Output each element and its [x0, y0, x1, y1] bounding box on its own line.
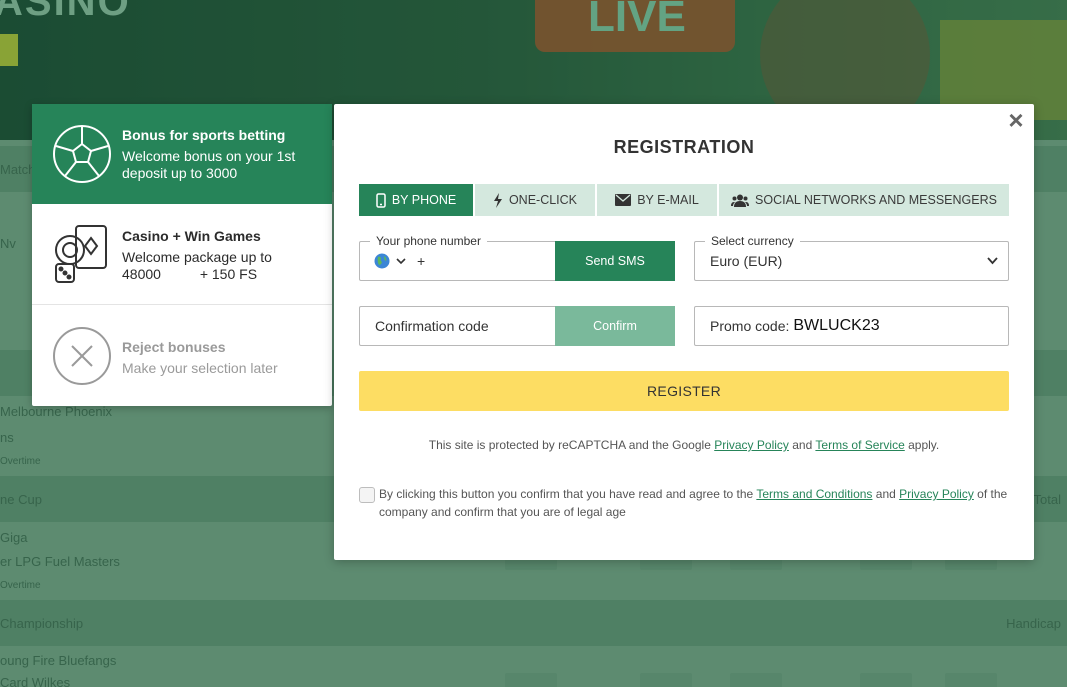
agreement-text-part: and	[875, 487, 896, 501]
promo-code-label: Promo code:	[710, 318, 790, 334]
country-selector[interactable]	[374, 242, 406, 280]
phone-input[interactable]	[432, 246, 542, 276]
agree-checkbox[interactable]	[359, 487, 375, 503]
tab-one-click[interactable]: ONE-CLICK	[475, 184, 597, 216]
confirmation-field: Confirmation code Confirm	[359, 306, 675, 346]
tab-by-phone[interactable]: BY PHONE	[359, 184, 475, 216]
agreement-text-part: By clicking this button you confirm that…	[379, 487, 754, 501]
bonus-title: Bonus for sports betting	[122, 127, 286, 143]
tab-label: SOCIAL NETWORKS AND MESSENGERS	[755, 193, 997, 207]
bonus-title: Reject bonuses	[122, 339, 226, 355]
chevron-down-icon	[987, 257, 998, 265]
confirm-button[interactable]: Confirm	[555, 306, 675, 346]
terms-of-service-link[interactable]: Terms of Service	[815, 438, 904, 452]
tab-label: BY E-MAIL	[637, 193, 699, 207]
recaptcha-notice: This site is protected by reCAPTCHA and …	[334, 438, 1034, 452]
currency-value: Euro (EUR)	[710, 253, 783, 269]
bonus-option-sports[interactable]: Bonus for sports betting Welcome bonus o…	[32, 104, 332, 204]
currency-select[interactable]: Select currency Euro (EUR)	[694, 234, 1009, 281]
close-icon[interactable]: ×	[1006, 107, 1026, 133]
registration-modal: × REGISTRATION BY PHONE ONE-CLICK BY E-M…	[334, 104, 1034, 560]
promo-code-value: BWLUCK23	[793, 317, 880, 334]
register-button[interactable]: REGISTER	[359, 371, 1009, 411]
promo-code-input[interactable]: Promo code: BWLUCK23	[710, 307, 880, 345]
privacy-policy-link[interactable]: Privacy Policy	[714, 438, 789, 452]
promo-code-field[interactable]: Promo code: BWLUCK23	[694, 306, 1009, 346]
registration-tabs: BY PHONE ONE-CLICK BY E-MAIL SOCIAL NETW…	[359, 184, 1009, 216]
bonus-description: Make your selection later	[122, 360, 278, 376]
envelope-icon	[615, 194, 632, 206]
chevron-down-icon	[396, 257, 406, 264]
reject-icon	[52, 326, 112, 391]
captcha-text: This site is protected by reCAPTCHA and …	[428, 438, 711, 452]
agreement-text: By clicking this button you confirm that…	[359, 485, 1009, 521]
bonus-option-casino[interactable]: Casino + Win Games Welcome package up to…	[32, 204, 332, 305]
tab-by-email[interactable]: BY E-MAIL	[597, 184, 719, 216]
bonus-title: Casino + Win Games	[122, 228, 261, 244]
tab-label: BY PHONE	[391, 193, 457, 207]
captcha-text: apply.	[908, 438, 940, 452]
tab-label: ONE-CLICK	[508, 193, 578, 207]
agreement: By clicking this button you confirm that…	[359, 485, 1009, 521]
captcha-text: and	[792, 438, 813, 452]
tab-social-networks[interactable]: SOCIAL NETWORKS AND MESSENGERS	[719, 184, 1009, 216]
bonus-selector: Bonus for sports betting Welcome bonus o…	[32, 104, 332, 406]
privacy-policy-link[interactable]: Privacy Policy	[899, 487, 974, 501]
phone-prefix: +	[417, 253, 426, 269]
bonus-description: Welcome bonus on your 1st deposit up to …	[122, 148, 296, 181]
bonus-option-reject[interactable]: Reject bonuses Make your selection later	[32, 306, 332, 406]
confirmation-code-input[interactable]: Confirmation code	[375, 307, 489, 345]
modal-title: REGISTRATION	[613, 137, 755, 157]
users-icon	[731, 194, 750, 207]
send-sms-button[interactable]: Send SMS	[555, 241, 675, 281]
phone-icon	[376, 192, 386, 208]
bonus-description: Welcome package up to 48000 + 150 FS	[122, 249, 276, 282]
terms-and-conditions-link[interactable]: Terms and Conditions	[756, 487, 872, 501]
soccer-ball-icon	[52, 124, 112, 189]
globe-icon	[374, 253, 390, 269]
phone-field: Your phone number + Send SMS	[359, 234, 675, 281]
lightning-icon	[493, 192, 502, 208]
casino-icon	[52, 224, 112, 291]
